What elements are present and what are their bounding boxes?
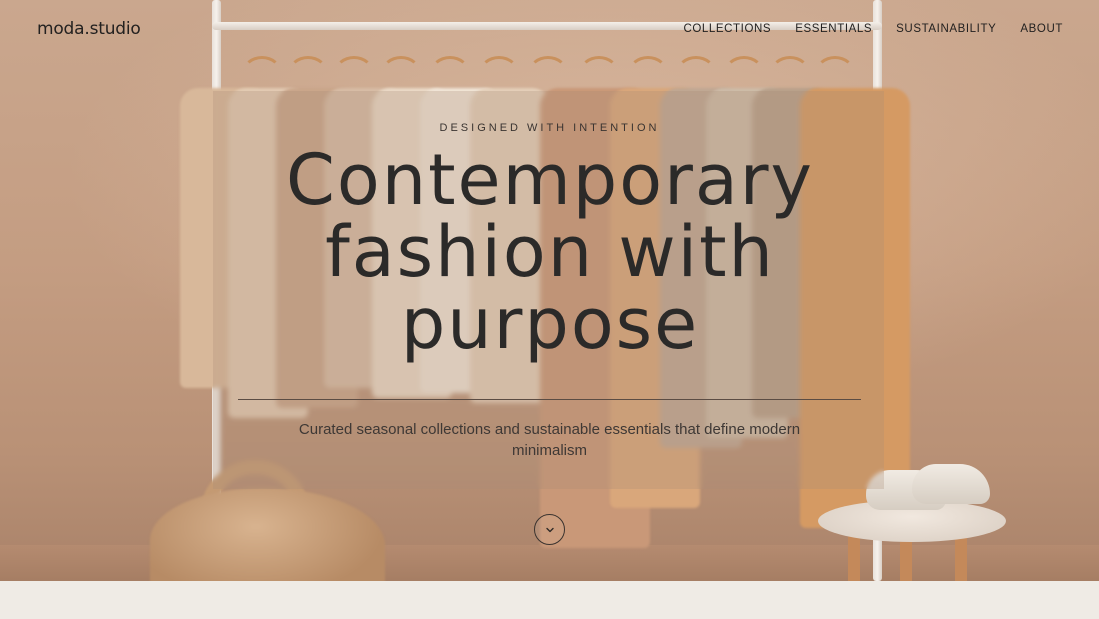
hero-headline-line: purpose xyxy=(400,283,700,365)
hanger xyxy=(242,56,282,90)
hanger xyxy=(579,56,619,90)
nav-item-essentials[interactable]: ESSENTIALS xyxy=(795,23,872,35)
hanger xyxy=(676,56,716,90)
shoe xyxy=(912,464,990,504)
hanger xyxy=(815,56,855,90)
scroll-down-button[interactable] xyxy=(534,514,565,545)
hero-headline: Contemporary fashion with purpose xyxy=(150,144,950,360)
hanger xyxy=(770,56,810,90)
hero-divider xyxy=(238,399,861,400)
main-nav: COLLECTIONS ESSENTIALS SUSTAINABILITY AB… xyxy=(683,23,1063,35)
nav-item-collections[interactable]: COLLECTIONS xyxy=(683,23,771,35)
hanger xyxy=(381,56,421,90)
hero-eyebrow: DESIGNED WITH INTENTION xyxy=(439,122,660,134)
nav-item-about[interactable]: ABOUT xyxy=(1020,23,1063,35)
hero-headline-line: fashion with xyxy=(325,211,775,293)
chevron-down-icon xyxy=(545,527,554,532)
hanger xyxy=(479,56,519,90)
hanger xyxy=(334,56,374,90)
tote-bag xyxy=(150,488,385,581)
nav-item-sustainability[interactable]: SUSTAINABILITY xyxy=(896,23,996,35)
hanger xyxy=(528,56,568,90)
brand-logo[interactable]: moda.studio xyxy=(37,19,141,39)
hanger xyxy=(628,56,668,90)
hero-headline-line: Contemporary xyxy=(286,139,814,221)
hero-subtitle: Curated seasonal collections and sustain… xyxy=(298,421,801,459)
hanger xyxy=(430,56,470,90)
next-section xyxy=(0,581,1099,619)
hanger xyxy=(724,56,764,90)
hanger xyxy=(288,56,328,90)
